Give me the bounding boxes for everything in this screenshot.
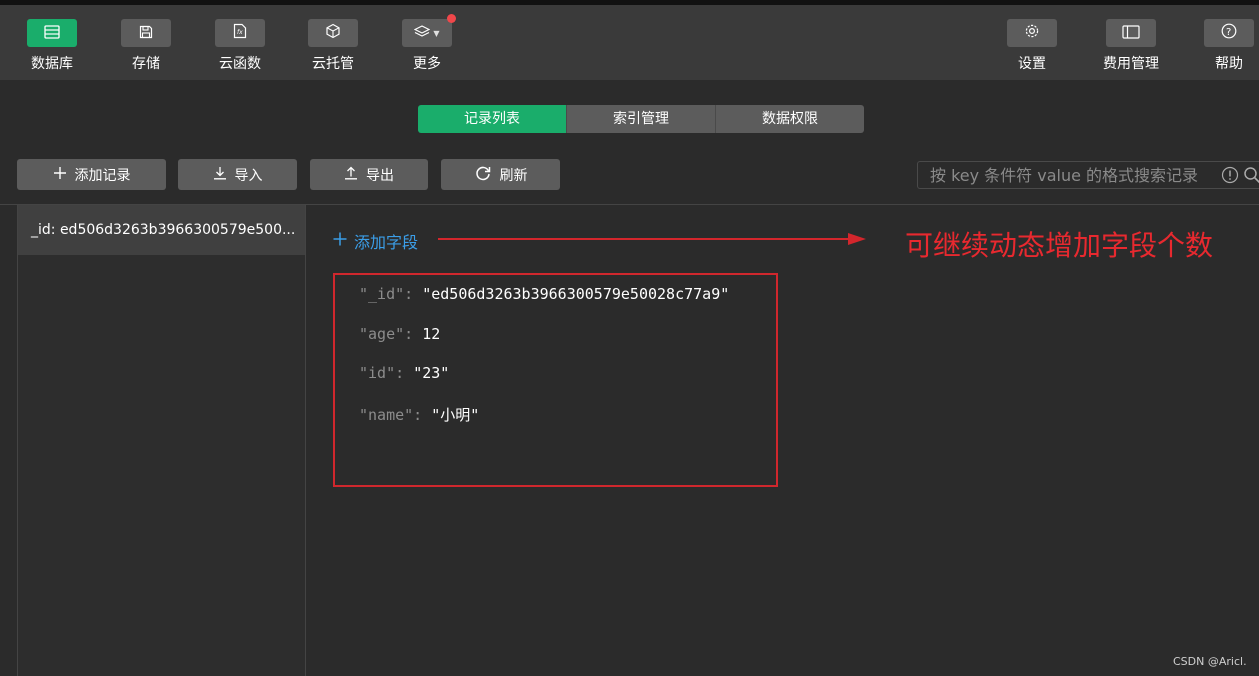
import-button[interactable]: 导入 [178,159,297,190]
upload-icon [344,166,358,184]
toolbar-database-button[interactable]: 数据库 [22,19,82,73]
svg-text:fx: fx [237,29,243,36]
toolbar-more-label: 更多 [413,56,441,72]
search-input[interactable] [918,162,1220,188]
billing-icon [1122,24,1140,43]
save-icon [139,24,153,43]
toolbar-storage-button[interactable]: 存储 [116,19,176,73]
field-key: "name": [359,406,423,424]
toolbar-help-label: 帮助 [1215,56,1243,72]
field-value: "小明" [431,406,480,424]
field-value: "ed506d3263b3966300579e50028c77a9" [422,285,730,303]
toolbar-cloud-hosting-label: 云托管 [312,56,354,72]
gear-icon [1024,23,1040,43]
svg-text:?: ? [1226,27,1231,38]
add-record-button[interactable]: 添加记录 [17,159,166,190]
toolbar-cloud-function-button[interactable]: fx 云函数 [210,19,270,73]
add-field-label: 添加字段 [354,233,419,252]
plus-icon [53,166,67,184]
field-row[interactable]: "name": "小明" [359,404,479,425]
tab-index-management[interactable]: 索引管理 [566,105,715,133]
layers-icon [414,24,431,43]
toolbar-settings-label: 设置 [1018,56,1046,72]
field-row[interactable]: "age": 12 [359,325,440,343]
help-icon: ? [1221,23,1237,43]
add-field-button[interactable]: 添加字段 [332,229,418,253]
field-key: "_id": [359,285,414,303]
database-icon [44,24,60,43]
field-value: "23" [413,364,450,382]
list-item[interactable]: _id: ed506d3263b3966300579e500... [18,205,305,255]
refresh-label: 刷新 [499,167,528,184]
toolbar-cloud-function-label: 云函数 [219,56,261,72]
info-icon[interactable] [1221,166,1239,188]
plus-icon [332,231,348,251]
toolbar-billing-label: 费用管理 [1103,56,1159,72]
field-key: "id": [359,364,405,382]
toolbar-cloud-hosting-button[interactable]: 云托管 [303,19,363,73]
field-row[interactable]: "id": "23" [359,364,449,382]
record-list-panel: _id: ed506d3263b3966300579e500... [17,205,306,676]
cube-icon [325,23,341,43]
search-icon[interactable] [1243,166,1259,188]
notification-badge [447,14,456,23]
tab-data-permission[interactable]: 数据权限 [715,105,864,133]
tab-record-list[interactable]: 记录列表 [418,105,566,133]
toolbar-more-button[interactable]: ▼ 更多 [397,14,457,73]
top-toolbar: 数据库 存储 fx 云函数 云托管 ▼ 更多 设置 费用管理 ? 帮助 [0,5,1259,80]
import-label: 导入 [234,167,263,184]
field-row[interactable]: "_id": "ed506d3263b3966300579e50028c77a9… [359,285,729,303]
view-tabs: 记录列表 索引管理 数据权限 [418,105,864,133]
chevron-down-icon: ▼ [433,28,440,38]
annotation-text: 可继续动态增加字段个数 [905,229,1214,262]
field-key: "age": [359,325,414,343]
download-icon [213,166,227,184]
toolbar-billing-button[interactable]: 费用管理 [1096,19,1166,73]
watermark: CSDN @Aricl. [1173,655,1247,668]
toolbar-database-label: 数据库 [31,56,73,72]
search-box [917,161,1259,189]
export-label: 导出 [366,167,394,184]
function-icon: fx [233,23,247,43]
toolbar-help-button[interactable]: ? 帮助 [1199,19,1259,73]
refresh-icon [474,164,492,186]
annotation-arrow [438,233,866,245]
export-button[interactable]: 导出 [310,159,428,190]
toolbar-storage-label: 存储 [132,56,160,72]
field-value: 12 [422,325,441,343]
refresh-button[interactable]: 刷新 [441,159,560,190]
add-record-label: 添加记录 [74,167,131,184]
document-detail-box: "_id": "ed506d3263b3966300579e50028c77a9… [333,273,778,487]
toolbar-settings-button[interactable]: 设置 [1002,19,1062,73]
